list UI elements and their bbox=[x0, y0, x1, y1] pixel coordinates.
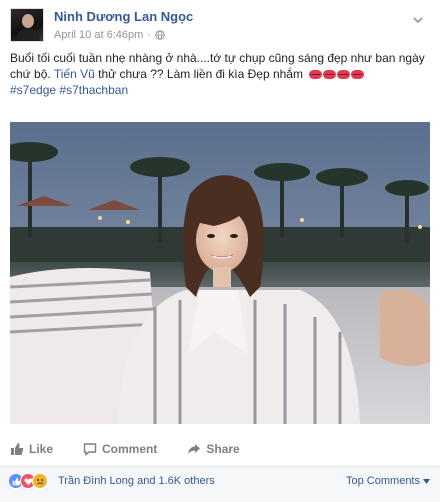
kiss-lips-icon bbox=[323, 70, 337, 80]
post-header: Ninh Dương Lan Ngọc April 10 at 6:46pm · bbox=[10, 8, 430, 44]
kiss-lips-icon bbox=[337, 70, 351, 80]
hashtag-s7thachban[interactable]: #s7thachban bbox=[59, 83, 128, 97]
author-name[interactable]: Ninh Dương Lan Ngọc bbox=[54, 9, 193, 24]
reaction-icons[interactable] bbox=[8, 473, 48, 489]
action-bar: Like Comment Share bbox=[10, 436, 430, 462]
avatar[interactable] bbox=[10, 8, 44, 42]
avatar-face bbox=[22, 14, 34, 28]
like-button[interactable]: Like bbox=[10, 442, 53, 456]
kiss-lips-icon bbox=[309, 70, 323, 80]
comment-button[interactable]: Comment bbox=[83, 442, 157, 456]
post-photo[interactable] bbox=[10, 122, 430, 424]
post-text-part2: thử chưa ?? Làm liền đi kìa Đẹp nhắm bbox=[98, 67, 303, 81]
selfie-photo bbox=[10, 122, 430, 424]
post-meta: April 10 at 6:46pm · bbox=[54, 29, 165, 41]
timestamp[interactable]: April 10 at 6:46pm bbox=[54, 29, 143, 41]
comment-label: Comment bbox=[102, 442, 158, 456]
reaction-summary-link[interactable]: Trần Đình Long and 1.6K others bbox=[58, 475, 215, 487]
thumbs-up-icon bbox=[11, 443, 24, 455]
comment-sort-dropdown[interactable]: Top Comments bbox=[346, 475, 430, 487]
caret-down-icon bbox=[423, 478, 430, 484]
share-arrow-icon bbox=[188, 444, 201, 454]
post-text: Buổi tối cuối tuần nhẹ nhàng ở nhà....tớ… bbox=[10, 50, 430, 98]
share-button[interactable]: Share bbox=[187, 442, 240, 456]
chevron-down-icon[interactable] bbox=[412, 14, 424, 26]
share-label: Share bbox=[206, 442, 240, 456]
globe-icon bbox=[155, 30, 165, 40]
sad-reaction-icon bbox=[32, 473, 48, 489]
reactions-bar: Trần Đình Long and 1.6K others Top Comme… bbox=[0, 467, 440, 502]
comment-bubble-icon bbox=[83, 443, 97, 456]
hashtag-s7edge[interactable]: #s7edge bbox=[10, 83, 56, 97]
mention-link[interactable]: Tiến Vũ bbox=[54, 67, 95, 81]
kiss-emoji-group bbox=[309, 70, 365, 80]
avatar-shoulders bbox=[16, 28, 40, 41]
kiss-lips-icon bbox=[351, 70, 365, 80]
dot-separator: · bbox=[147, 29, 151, 41]
like-label: Like bbox=[29, 442, 54, 456]
sort-label: Top Comments bbox=[346, 475, 420, 487]
